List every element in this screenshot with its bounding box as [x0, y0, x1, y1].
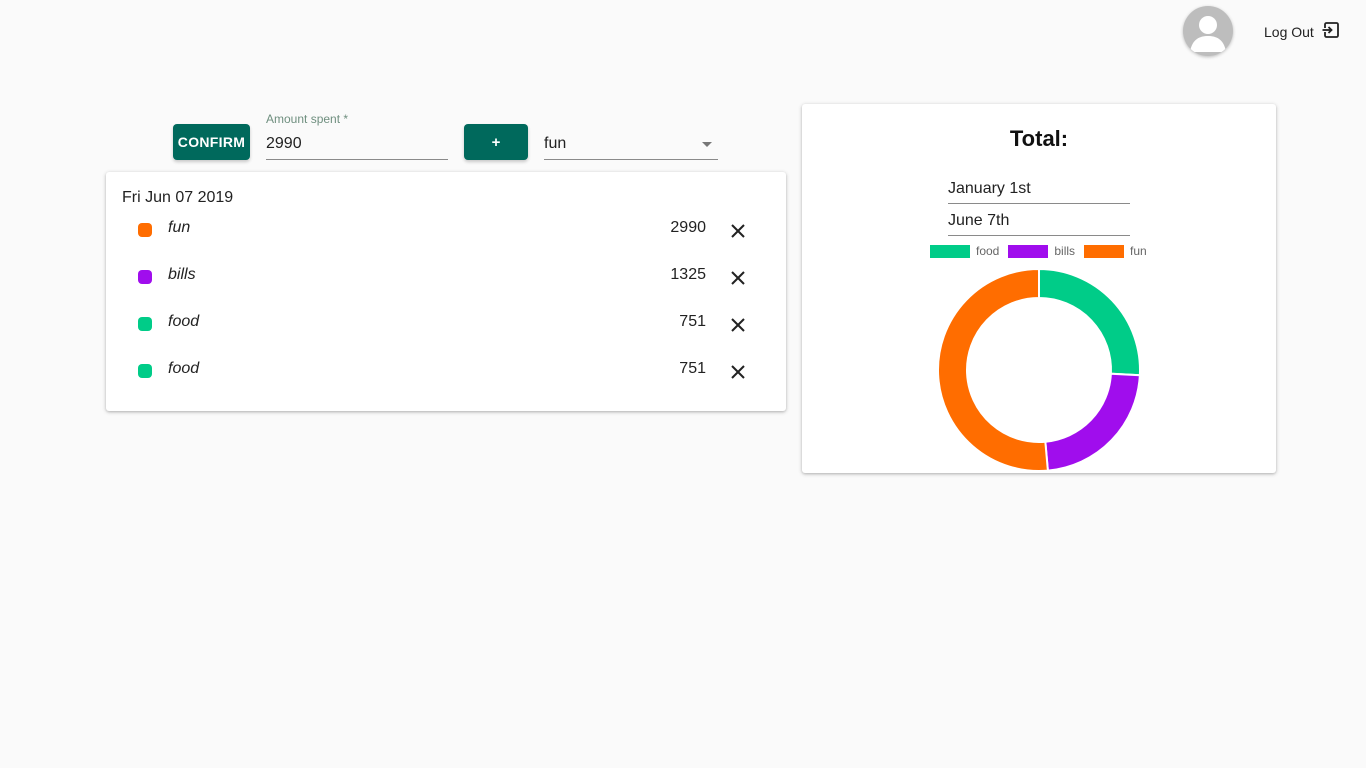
donut-slice-bills[interactable] — [1044, 372, 1141, 472]
donut-chart — [937, 267, 1141, 472]
entry-amount: 2990 — [670, 219, 706, 236]
category-color-dot — [138, 364, 152, 378]
amount-spent-input[interactable]: 2990 — [266, 135, 302, 153]
list-item: fun 2990 — [106, 214, 786, 244]
list-item: bills 1325 — [106, 261, 786, 291]
logout-button[interactable]: Log Out — [1264, 21, 1340, 43]
add-entry-button[interactable]: + — [464, 124, 528, 160]
delete-icon[interactable] — [728, 268, 748, 288]
category-color-dot — [138, 270, 152, 284]
category-select[interactable]: fun — [544, 128, 718, 160]
entry-category: bills — [168, 266, 196, 283]
user-avatar-icon[interactable] — [1183, 6, 1233, 56]
dropdown-caret-icon — [702, 142, 712, 147]
amount-spent-field[interactable]: Amount spent * 2990 — [266, 111, 448, 160]
delete-icon[interactable] — [728, 315, 748, 335]
entry-category: food — [168, 313, 200, 330]
entry-amount: 751 — [679, 360, 706, 377]
list-date: Fri Jun 07 2019 — [122, 189, 234, 206]
expense-list-card: Fri Jun 07 2019 fun 2990 bills 1325 food… — [106, 172, 786, 411]
entry-amount: 1325 — [670, 266, 706, 283]
donut-slice-food[interactable] — [1038, 267, 1141, 377]
amount-spent-label: Amount spent * — [266, 112, 349, 126]
entry-category: fun — [168, 219, 191, 236]
entry-category: food — [168, 360, 200, 377]
total-card: Total: January 1st June 7th food bills fun — [802, 104, 1276, 473]
delete-icon[interactable] — [728, 221, 748, 241]
list-item: food 751 — [106, 308, 786, 338]
entry-amount: 751 — [679, 313, 706, 330]
logout-label: Log Out — [1264, 24, 1314, 40]
donut-slice-fun[interactable] — [937, 267, 1049, 472]
category-color-dot — [138, 317, 152, 331]
delete-icon[interactable] — [728, 362, 748, 382]
list-item: food 751 — [106, 355, 786, 385]
logout-icon — [1322, 21, 1340, 44]
category-color-dot — [138, 223, 152, 237]
confirm-button[interactable]: CONFIRM — [173, 124, 250, 160]
category-selected-value: fun — [544, 135, 567, 152]
